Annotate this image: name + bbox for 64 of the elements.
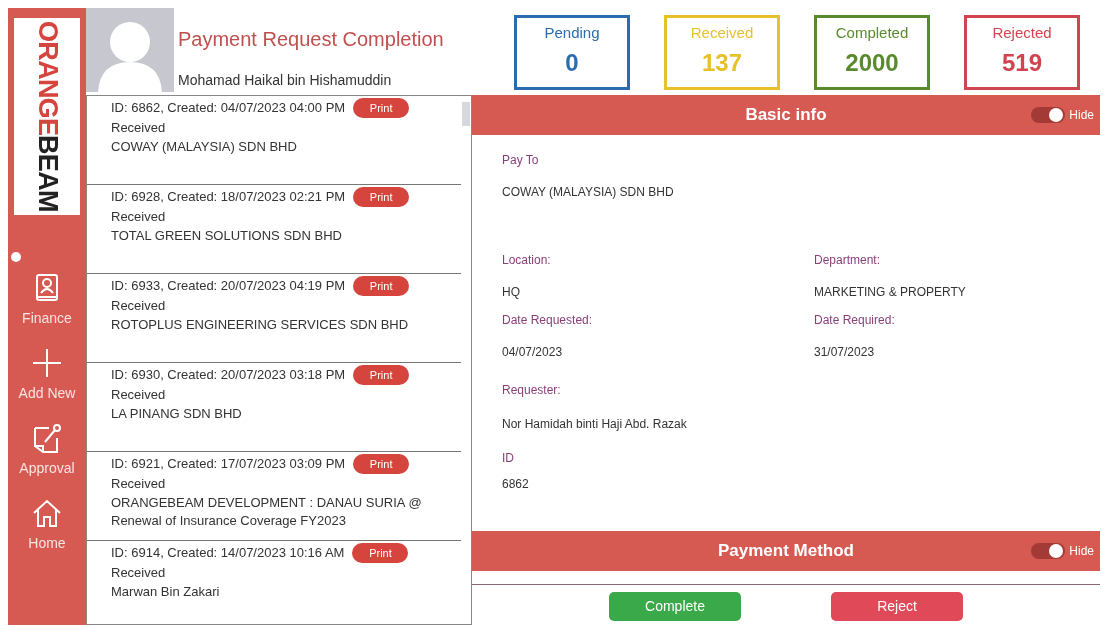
field-value: 31/07/2023	[814, 344, 876, 361]
stat-label: Received	[690, 23, 754, 43]
stat-label: Pending	[544, 23, 600, 43]
logo-wordmark: ORANGEBEAM	[14, 18, 80, 215]
stat-label: Completed	[835, 23, 909, 43]
field-value: 04/07/2023	[502, 344, 564, 361]
field-value: MARKETING & PROPERTY	[814, 284, 967, 301]
field-label: Date Requested:	[502, 312, 594, 329]
field-label: Date Required:	[814, 312, 896, 329]
stat-label: Rejected	[992, 23, 1052, 43]
request-status: Received	[111, 564, 167, 582]
nav-item[interactable]: Home	[28, 533, 66, 554]
field-value: 6862	[502, 476, 530, 493]
section-title: Payment Method	[718, 540, 854, 563]
request-id-date: ID: 6921, Created: 17/07/2023 03:09 PM	[111, 455, 346, 473]
nav-item[interactable]: Add New	[18, 383, 76, 404]
toggle-label: Hide	[1069, 543, 1094, 560]
request-payee: COWAY (MALAYSIA) SDN BHD	[111, 138, 298, 156]
note-pen-icon[interactable]	[31, 422, 63, 454]
request-id-date: ID: 6928, Created: 18/07/2023 02:21 PM	[111, 188, 346, 206]
print-button[interactable]: Print	[353, 454, 410, 474]
nav-item[interactable]: Approval	[19, 458, 75, 479]
print-button[interactable]: Print	[353, 187, 410, 207]
home-icon[interactable]	[31, 497, 63, 529]
request-id-date: ID: 6930, Created: 20/07/2023 03:18 PM	[111, 366, 346, 384]
user-name: Mohamad Haikal bin Hishamuddin	[178, 71, 393, 90]
field-value: Nor Hamidah binti Haji Abd. Razak	[502, 416, 688, 433]
request-status: Received	[111, 475, 167, 493]
field-label: Location:	[502, 252, 552, 269]
request-status: Received	[111, 208, 167, 226]
print-button[interactable]: Print	[353, 98, 410, 118]
field-value: HQ	[502, 284, 521, 301]
section-title: Basic info	[745, 104, 827, 127]
nav-item[interactable]: Finance	[22, 308, 72, 329]
request-status: Received	[111, 386, 167, 404]
field-label: Pay To	[502, 152, 540, 169]
plus-icon[interactable]	[31, 347, 63, 379]
request-payee: Marwan Bin Zakari	[111, 583, 221, 601]
request-payee: TOTAL GREEN SOLUTIONS SDN BHD	[111, 227, 343, 245]
request-id-date: ID: 6862, Created: 04/07/2023 04:00 PM	[111, 99, 346, 117]
request-id-date: ID: 6933, Created: 20/07/2023 04:19 PM	[111, 277, 346, 295]
toggle-switch[interactable]	[1031, 107, 1066, 123]
print-button[interactable]: Print	[353, 276, 410, 296]
stat-value: 519	[1001, 47, 1042, 78]
request-payee: ORANGEBEAM DEVELOPMENT : DANAU SURIA @ Renewal of Insurance Coverage FY2023	[111, 494, 423, 530]
page-title: Payment Request Completion	[178, 27, 445, 52]
print-button[interactable]: Print	[353, 365, 410, 385]
print-button[interactable]: Print	[352, 543, 409, 563]
request-payee: LA PINANG SDN BHD	[111, 405, 243, 423]
request-payee: ROTOPLUS ENGINEERING SERVICES SDN BHD	[111, 316, 410, 334]
reject-button[interactable]: Reject	[831, 592, 963, 621]
toggle-label: Hide	[1069, 107, 1094, 124]
complete-button[interactable]: Complete	[609, 592, 741, 621]
field-label: ID	[502, 450, 515, 467]
field-label: Requester:	[502, 382, 562, 399]
field-value: COWAY (MALAYSIA) SDN BHD	[502, 184, 675, 201]
request-status: Received	[111, 119, 167, 137]
field-label: Department:	[814, 252, 882, 269]
request-status: Received	[111, 297, 167, 315]
stat-value: 2000	[845, 47, 899, 78]
request-id-date: ID: 6914, Created: 14/07/2023 10:16 AM	[111, 544, 345, 562]
stat-value: 137	[701, 47, 742, 78]
stat-value: 0	[565, 47, 579, 78]
toggle-switch[interactable]	[1031, 543, 1066, 559]
